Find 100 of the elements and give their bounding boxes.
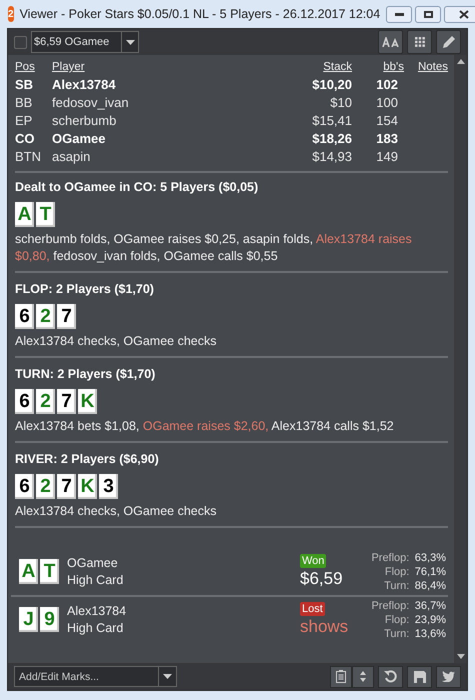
clipboard-icon (336, 670, 346, 683)
column-header[interactable]: Pos (15, 58, 52, 76)
action-text: Alex13784 bets $1,08, OGamee raises $2,60, Alex13784 calls $1,52 (15, 418, 395, 435)
column-header[interactable]: Stack (282, 58, 352, 76)
playing-card: 2 (36, 304, 55, 329)
scroll-up-icon (456, 59, 464, 64)
equity-value: 86,4% (414, 578, 446, 592)
playing-card: K (78, 474, 97, 499)
playing-card: 2 (36, 474, 55, 499)
save-button[interactable] (407, 666, 432, 688)
grid-icon (414, 37, 424, 47)
app-icon: 2 (8, 6, 14, 22)
table-cell-text: fedosov_ivan (52, 94, 130, 112)
caret-icon (126, 40, 134, 44)
scrollbar[interactable] (454, 55, 467, 663)
caret-icon (163, 674, 172, 679)
close-button[interactable] (444, 6, 475, 22)
equity-value: 63,3% (414, 550, 446, 564)
playing-card: J (19, 607, 38, 632)
table-cell-text: BB (15, 94, 34, 112)
table-cell-text: $10,20 (311, 76, 352, 94)
equity-label: Turn: (383, 626, 410, 640)
table-cell-text: 154 (375, 112, 399, 130)
table-cell-text: OGamee (52, 130, 106, 148)
close-icon (459, 10, 470, 18)
checkbox[interactable] (14, 36, 27, 48)
font-size-button[interactable] (378, 30, 403, 54)
playing-card: 2 (36, 389, 55, 414)
equity-value: 76,1% (414, 564, 446, 578)
refresh-icon (384, 670, 397, 683)
column-header[interactable]: bb's (352, 58, 406, 76)
notes-button[interactable] (330, 666, 352, 688)
table-cell-text: 149 (375, 148, 399, 166)
table-cell-text: SB (15, 76, 34, 94)
playing-card: 6 (15, 304, 34, 329)
playing-card: T (36, 202, 55, 227)
playing-card: 3 (99, 474, 118, 499)
playing-card: K (78, 389, 97, 414)
table-cell-text: 102 (375, 76, 399, 94)
equity-label: Turn: (383, 578, 410, 592)
maximize-button[interactable] (415, 6, 442, 22)
equity-label: Preflop: (370, 598, 410, 612)
table-cell-text: $14,93 (311, 148, 352, 166)
column-header[interactable]: Player (52, 58, 282, 76)
player-name: OGamee (67, 554, 119, 572)
action-text: scherbumb folds, OGamee raises $0,25, asapin folds, Alex13784 raises $0,80, fedosov_ivan folds, OGamee calls $0,55 (15, 231, 413, 265)
bird-icon (442, 671, 455, 682)
equity-value: 36,7% (414, 598, 446, 612)
pot-amount: $6,59 (300, 568, 343, 590)
playing-card: 7 (57, 389, 76, 414)
playing-card: A (19, 559, 38, 584)
action-text: Alex13784 checks, OGamee checks (15, 503, 218, 520)
hand-rank: High Card (67, 620, 124, 636)
table-cell-text: BTN (15, 148, 42, 166)
refresh-button[interactable] (378, 666, 403, 688)
playing-card: 9 (40, 607, 59, 632)
hand-dropdown[interactable]: $6,59 OGamee (31, 31, 139, 53)
player-name: Alex13784 (67, 602, 128, 620)
minimize-button[interactable] (386, 6, 412, 22)
street-heading: TURN: 2 Players ($1,70) (15, 366, 156, 382)
table-cell-text: $18,26 (311, 130, 352, 148)
playing-card: A (15, 202, 34, 227)
equity-value: 13,6% (414, 626, 446, 640)
equity-label: Preflop: (370, 550, 410, 564)
result-badge: Won (300, 554, 326, 568)
pencil-icon (442, 35, 456, 49)
table-cell-text: CO (15, 130, 36, 148)
equity-value: 23,9% (414, 612, 446, 626)
table-cell-text: $15,41 (311, 112, 352, 130)
playing-card: 7 (57, 474, 76, 499)
street-heading: Dealt to OGamee in CO: 5 Players ($0,05) (15, 179, 260, 195)
table-cell-text: $10 (329, 94, 352, 112)
table-cell-text: 100 (375, 94, 399, 112)
column-header[interactable]: Notes (406, 58, 448, 76)
playing-card: 7 (57, 304, 76, 329)
action-text: Alex13784 checks, OGamee checks (15, 333, 218, 350)
street-heading: FLOP: 2 Players ($1,70) (15, 281, 155, 297)
table-cell-text: asapin (52, 148, 92, 166)
edit-button[interactable] (436, 30, 461, 54)
pot-amount: shows (300, 616, 348, 638)
table-cell-text: scherbumb (52, 112, 118, 130)
hand-rank: High Card (67, 572, 124, 588)
equity-label: Flop: (384, 612, 410, 626)
up-down-icon (360, 671, 366, 682)
playing-card: 6 (15, 474, 34, 499)
street-heading: RIVER: 2 Players ($6,90) (15, 451, 160, 467)
marks-field[interactable]: Add/Edit Marks... (14, 666, 159, 687)
equity-label: Flop: (384, 564, 410, 578)
table-cell-text: EP (15, 112, 34, 130)
grid-button[interactable] (407, 30, 432, 54)
font-size-icon (382, 37, 400, 47)
spinner-button[interactable] (352, 666, 374, 688)
share-button[interactable] (436, 666, 461, 688)
dropdown-button[interactable] (159, 666, 177, 687)
result-badge: Lost (300, 602, 325, 616)
playing-card: 6 (15, 389, 34, 414)
playing-card: T (40, 559, 59, 584)
save-icon (414, 670, 426, 682)
window-title: Viewer - Poker Stars $0.05/0.1 NL - 5 Players - 26.12.2017 12:04 (20, 6, 380, 23)
table-cell-text: Alex13784 (52, 76, 117, 94)
